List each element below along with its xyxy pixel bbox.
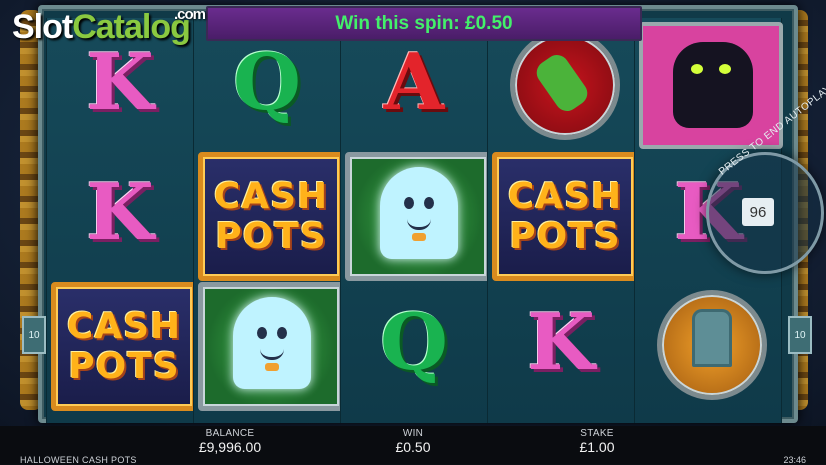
win-display: WIN £0.50: [378, 428, 448, 455]
win-banner: Win this spin: £0.50: [206, 6, 642, 41]
autoplay-remaining-count: 96: [742, 198, 774, 226]
symbol-letter: A: [383, 36, 445, 128]
cash-pots-line1: CASH: [213, 175, 329, 217]
symbol-letter: Q: [380, 296, 448, 388]
symbol-ghost: [194, 278, 344, 411]
left-badge-label: 10: [28, 329, 40, 341]
symbol-q: Q: [341, 278, 487, 407]
reel-4: CASH POTS K: [487, 18, 638, 423]
ghost-icon: [233, 297, 311, 389]
ghost-tile: [345, 152, 491, 281]
right-paylines-badge: 10: [788, 316, 812, 354]
status-bar: BALANCE £9,996.00 WIN £0.50 STAKE £1.00 …: [0, 426, 826, 465]
win-value: £0.50: [395, 439, 431, 455]
stake-label: STAKE: [580, 428, 614, 439]
cash-pots-tile: CASH POTS: [198, 152, 344, 281]
reel-frame: K K CASH POTS Q CASH POTS A Q CASH POTS …: [38, 5, 798, 423]
symbol-letter: K: [86, 166, 154, 258]
cash-pots-line2: POTS: [215, 215, 327, 257]
left-paylines-badge: 10: [22, 316, 46, 354]
win-label: WIN: [402, 428, 424, 439]
symbol-gravestone: [635, 278, 781, 407]
win-banner-text: Win this spin: £0.50: [335, 12, 513, 34]
cash-pots-line2: POTS: [509, 215, 621, 257]
cash-pots-line2: POTS: [68, 345, 180, 387]
black-cat-icon: [673, 42, 753, 128]
balance-display: BALANCE £9,996.00: [190, 428, 270, 455]
symbol-cash-pots: CASH POTS: [47, 278, 197, 411]
symbol-letter: Q: [233, 36, 301, 128]
symbol-cash-pots: CASH POTS: [194, 148, 344, 281]
symbol-letter: K: [527, 296, 595, 388]
symbol-letter: K: [86, 36, 154, 128]
cash-pots-tile: CASH POTS: [492, 152, 638, 281]
watermark-logo: SlotCatalog .com: [12, 6, 206, 47]
symbol-k: K: [47, 148, 193, 277]
stake-display[interactable]: STAKE £1.00: [562, 428, 632, 455]
logo-part-1: Slot: [12, 8, 73, 46]
symbol-ghost: [341, 148, 491, 281]
reel-1: K K CASH POTS: [46, 18, 197, 423]
symbol-black-cat: [635, 18, 783, 149]
stop-autoplay-button[interactable]: PRESS TO END AUTOPLAY 96: [706, 83, 826, 274]
reel-2: Q CASH POTS: [193, 18, 344, 423]
gravestone-icon: [657, 290, 767, 400]
cash-pots-line1: CASH: [66, 305, 182, 347]
cash-pots-line1: CASH: [507, 175, 623, 217]
logo-suffix: .com: [174, 6, 206, 23]
stake-value: £1.00: [579, 439, 615, 455]
logo-part-2: Catalog: [72, 8, 191, 46]
cash-pots-tile: CASH POTS: [51, 282, 197, 411]
zombie-hand-icon: [510, 30, 620, 140]
balance-label: BALANCE: [205, 428, 255, 439]
black-cat-tile: [639, 22, 783, 149]
ghost-tile: [198, 282, 344, 411]
symbol-k: K: [488, 278, 634, 407]
symbol-cash-pots: CASH POTS: [488, 148, 638, 281]
game-stage: K K CASH POTS Q CASH POTS A Q CASH POTS …: [0, 0, 826, 426]
balance-value: £9,996.00: [198, 439, 262, 455]
right-badge-label: 10: [794, 329, 806, 341]
ghost-icon: [380, 167, 458, 259]
reel-3: A Q: [340, 18, 491, 423]
